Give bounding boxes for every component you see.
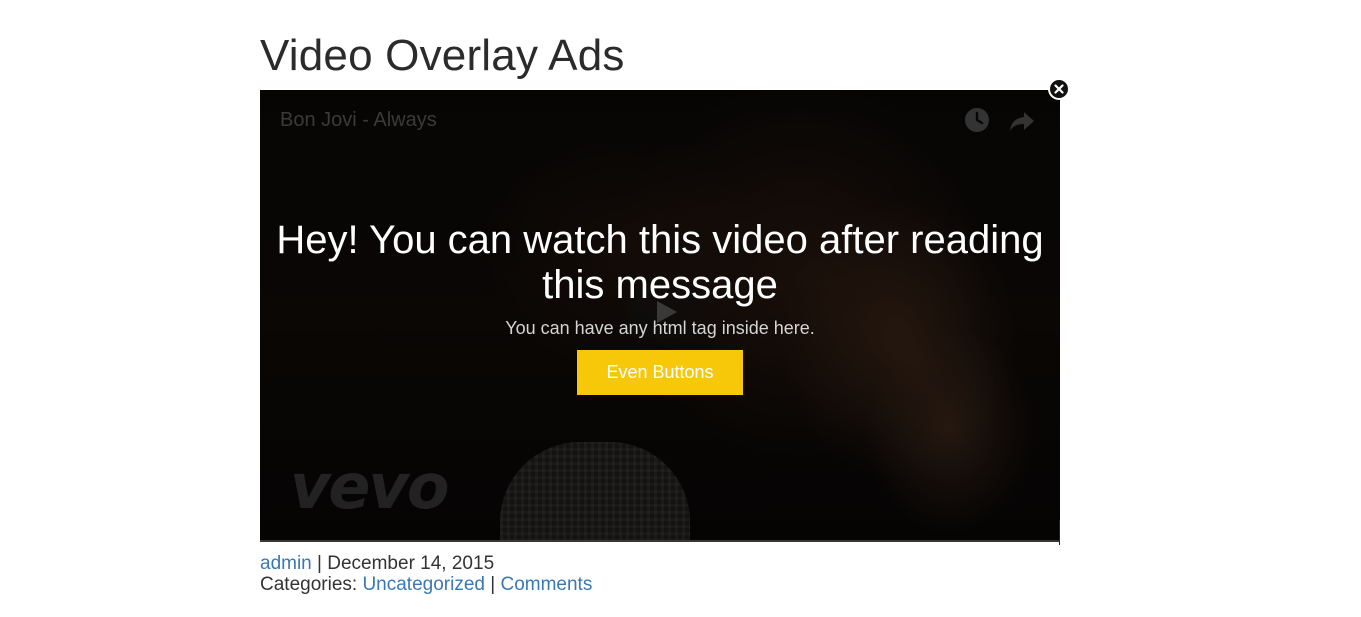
video-bottom-border [260, 540, 1060, 542]
post-meta-line-1: admin | December 14, 2015 [260, 553, 592, 574]
overlay-headline: Hey! You can watch this video after read… [276, 218, 1044, 307]
video-player[interactable]: vevo Bon Jovi - Always Hey! You can watc… [260, 90, 1060, 542]
categories-label: Categories: [260, 574, 358, 595]
close-overlay-button[interactable] [1048, 78, 1070, 100]
comments-link[interactable]: Comments [500, 574, 592, 595]
post-meta: admin | December 14, 2015 Categories: Un… [260, 553, 592, 595]
meta-separator: | [317, 553, 322, 574]
category-link-uncategorized[interactable]: Uncategorized [362, 574, 485, 595]
ad-overlay: Hey! You can watch this video after read… [260, 90, 1060, 542]
close-icon [1054, 84, 1064, 94]
post-date: December 14, 2015 [327, 553, 495, 574]
overlay-subtext: You can have any html tag inside here. [505, 318, 815, 338]
author-link[interactable]: admin [260, 553, 312, 574]
post-title: Video Overlay Ads [260, 31, 625, 80]
meta-separator: | [490, 574, 496, 595]
divider [1059, 520, 1060, 545]
post-meta-line-2: Categories: Uncategorized | Comments [260, 574, 592, 595]
even-buttons-button[interactable]: Even Buttons [577, 350, 743, 395]
